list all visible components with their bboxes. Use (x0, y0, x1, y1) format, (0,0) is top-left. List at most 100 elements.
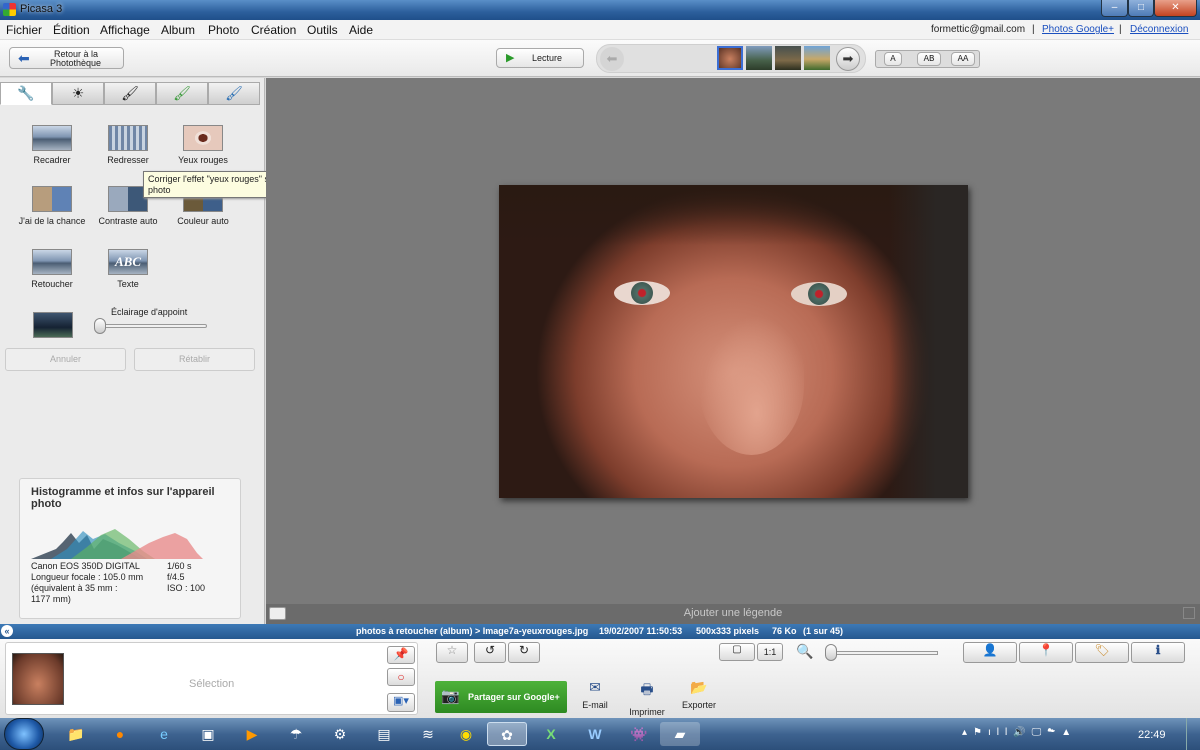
app-icon[interactable]: ≋ (415, 722, 441, 746)
fill-light-thumb (33, 312, 73, 338)
print-button[interactable]: 🖶 Imprimer (624, 679, 670, 717)
play-button[interactable]: ▶ Lecture (496, 48, 584, 68)
fill-light-slider[interactable] (94, 318, 106, 334)
retouch-tool[interactable]: Retoucher (14, 249, 90, 289)
auto-color-label: Couleur auto (177, 216, 229, 226)
eye-icon (183, 125, 223, 151)
zoom-slider[interactable] (825, 644, 837, 661)
app-icon[interactable]: ▣ (195, 722, 221, 746)
logout-link[interactable]: Déconnexion (1130, 24, 1188, 35)
close-button[interactable]: ✕ (1154, 0, 1197, 17)
zoom-icon: 🔍 (796, 643, 814, 659)
menu-creation[interactable]: Création (251, 23, 296, 37)
menu-album[interactable]: Album (161, 23, 195, 37)
album-menu-button[interactable]: ▣▾ (387, 693, 415, 712)
export-label: Exporter (681, 700, 716, 710)
clear-selection-button[interactable]: ○ (387, 668, 415, 686)
toolbar: ⬅ Retour à la Photothèque ▶ Lecture ⬅ ➡ … (0, 40, 1200, 77)
excel-icon[interactable]: X (538, 722, 564, 746)
info-button[interactable]: ℹ (1131, 642, 1185, 663)
rotate-left-button[interactable]: ↺ (474, 642, 506, 663)
undo-button[interactable]: Annuler (5, 348, 126, 371)
app-icon[interactable]: 👾 (626, 722, 652, 746)
filmstrip-thumb[interactable] (717, 46, 743, 70)
explorer-icon[interactable]: 📁 (63, 722, 89, 746)
caption-mode-a-button[interactable]: A (884, 52, 902, 66)
media-player-icon[interactable]: ▶ (239, 722, 265, 746)
share-google-button[interactable]: 📷 Partager sur Google+ (435, 681, 567, 713)
straighten-label: Redresser (107, 155, 149, 165)
email-button[interactable]: ✉ E-mail (576, 679, 614, 710)
ie-icon[interactable]: e (151, 722, 177, 746)
redo-button[interactable]: Rétablir (134, 348, 255, 371)
people-button[interactable]: 👤 (963, 642, 1017, 663)
envelope-icon: ✉ (589, 679, 601, 695)
pin-button[interactable]: 📌 (387, 646, 415, 664)
next-icon[interactable]: ➡ (836, 47, 860, 71)
filmstrip-thumb[interactable] (746, 46, 772, 70)
rotate-right-button[interactable]: ↻ (508, 642, 540, 663)
selected-thumbnail[interactable] (12, 653, 64, 705)
places-button[interactable]: 📍 (1019, 642, 1073, 663)
app-icon[interactable]: ▤ (371, 722, 397, 746)
menu-photo[interactable]: Photo (208, 23, 239, 37)
start-button[interactable] (4, 718, 44, 750)
crop-label: Recadrer (33, 155, 71, 165)
green-brush-icon: 🖌 (173, 85, 191, 101)
filmstrip-thumb[interactable] (804, 46, 830, 70)
tab-effects[interactable]: 🖌 (104, 82, 156, 105)
iso: ISO : 100 (167, 583, 206, 593)
word-icon[interactable]: W (582, 722, 608, 746)
firefox-icon[interactable]: ● (107, 722, 133, 746)
lucky-tool[interactable]: J'ai de la chance (14, 186, 90, 226)
caption-input[interactable]: Ajouter une légende (684, 607, 782, 619)
photo-tray: Sélection 📌 ○ ▣▾ ☆ ↺ ↻ ▢ 1:1 🔍 👤 📍 🏷 ℹ 📷… (0, 639, 1200, 718)
caption-mode-ab-button[interactable]: AB (917, 52, 941, 66)
status-path: photos à retoucher (album) > Image7a-yeu… (356, 626, 589, 636)
actual-size-button[interactable]: 1:1 (757, 643, 783, 661)
histogram-title: Histogramme et infos sur l'appareil phot… (31, 486, 215, 510)
fill-light-label: Éclairage d'appoint (111, 307, 188, 317)
caption-mode-aa-button[interactable]: AA (951, 52, 975, 66)
crop-tool[interactable]: Recadrer (14, 125, 90, 165)
tab-tuning[interactable]: ☀ (52, 82, 104, 105)
minimize-button[interactable]: – (1101, 0, 1128, 17)
export-button[interactable]: 📂 Exporter (677, 679, 721, 710)
show-desktop-button[interactable] (1186, 718, 1200, 750)
filmstrip-thumb[interactable] (775, 46, 801, 70)
red-eye-label: Yeux rouges (178, 155, 228, 165)
menu-aide[interactable]: Aide (349, 23, 373, 37)
previous-icon[interactable]: ⬅ (600, 47, 624, 71)
maximize-button[interactable]: □ (1128, 0, 1154, 17)
tab-effects-2[interactable]: 🖌 (156, 82, 208, 105)
straighten-tool[interactable]: Redresser (90, 125, 166, 165)
menu-affichage[interactable]: Affichage (100, 23, 150, 37)
star-button[interactable]: ☆ (436, 642, 468, 663)
fit-view-button[interactable]: ▢ (719, 643, 755, 661)
menu-edition[interactable]: Édition (53, 23, 90, 37)
status-weight: 76 Ko (772, 626, 797, 636)
tab-effects-3[interactable]: 🖌 (208, 82, 260, 105)
right-iris (808, 283, 830, 305)
caption-expand-icon[interactable] (1183, 607, 1195, 619)
menu-fichier[interactable]: Fichier (6, 23, 42, 37)
back-to-library-button[interactable]: ⬅ Retour à la Photothèque (9, 47, 124, 69)
text-tool[interactable]: ABC Texte (90, 249, 166, 289)
printer-icon: 🖶 (640, 681, 654, 697)
app-icon[interactable]: ▰ (660, 722, 700, 746)
tags-button[interactable]: 🏷 (1075, 642, 1129, 663)
picasa-taskbar-icon[interactable]: ✿ (487, 722, 527, 746)
app-icon[interactable]: ☂ (283, 722, 309, 746)
app-icon[interactable]: ⚙ (327, 722, 353, 746)
photo[interactable] (499, 185, 968, 498)
red-eye-tool[interactable]: Yeux rouges (165, 125, 241, 165)
caption-toggle-icon[interactable] (269, 607, 286, 620)
tab-basic-fixes[interactable]: 🔧 (0, 82, 52, 105)
collapse-tray-icon[interactable]: « (1, 625, 13, 637)
shutter-speed: 1/60 s (167, 561, 192, 571)
chrome-icon[interactable]: ◉ (453, 722, 479, 746)
photos-google-link[interactable]: Photos Google+ (1042, 24, 1114, 35)
menu-outils[interactable]: Outils (307, 23, 338, 37)
nose (699, 315, 804, 455)
camera-plus-icon: 📷 (441, 688, 460, 705)
